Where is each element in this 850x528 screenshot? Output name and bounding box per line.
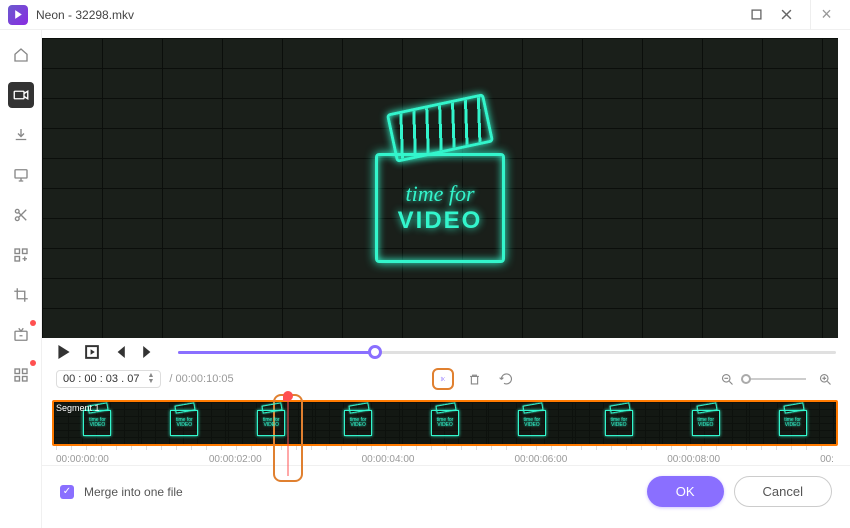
thumb-1: time forVIDEO [141, 402, 228, 444]
window-title: Neon - 32298.mkv [36, 8, 134, 22]
segment-1[interactable]: Segment 1 time forVIDEO time forVIDEO ti… [52, 400, 838, 446]
playback-controls [42, 338, 850, 362]
sidebar [0, 30, 42, 528]
current-time-text: 00 : 00 : 03 . 07 [63, 373, 139, 385]
sidebar-tv[interactable] [8, 322, 34, 348]
sidebar-home[interactable] [8, 42, 34, 68]
zoom-slider[interactable] [746, 378, 806, 380]
titlebar-left: Neon - 32298.mkv [8, 5, 134, 25]
next-frame-button[interactable] [140, 344, 156, 360]
video-preview[interactable]: time for VIDEO [42, 38, 838, 338]
thumb-3: time forVIDEO [315, 402, 402, 444]
ok-button[interactable]: OK [647, 476, 724, 507]
time-toolbar: 00 : 00 : 03 . 07 ▲▼ / 00:00:10:05 [42, 362, 850, 396]
merge-checkbox[interactable]: ✓ [60, 485, 74, 499]
ruler-tick: 00:00:08:00 [667, 450, 720, 465]
neon-text-box: time for VIDEO [375, 153, 505, 263]
reset-button[interactable] [496, 368, 518, 390]
sidebar-monitor[interactable] [8, 162, 34, 188]
titlebar-right: × [744, 0, 842, 30]
time-stepper[interactable]: ▲▼ [147, 373, 154, 385]
duration-text: / 00:00:10:05 [169, 373, 233, 385]
cut-tools [432, 368, 518, 390]
ruler-tick: 00:00:00:00 [56, 450, 109, 465]
sidebar-download[interactable] [8, 122, 34, 148]
sidebar-apps[interactable] [8, 362, 34, 388]
zoom-thumb[interactable] [741, 374, 751, 384]
prev-frame-button[interactable] [112, 344, 128, 360]
titlebar: Neon - 32298.mkv × [0, 0, 850, 30]
sidebar-crop[interactable] [8, 282, 34, 308]
neon-line2: VIDEO [398, 207, 483, 235]
cancel-button[interactable]: Cancel [734, 476, 832, 507]
thumb-6: time forVIDEO [575, 402, 662, 444]
sidebar-grid-plus[interactable] [8, 242, 34, 268]
progress-slider[interactable] [178, 351, 836, 354]
thumb-2: time forVIDEO [228, 402, 315, 444]
sidebar-scissors[interactable] [8, 202, 34, 228]
close-outer-button[interactable]: × [810, 0, 842, 30]
zoom-out-button[interactable] [716, 368, 738, 390]
app-body: time for VIDEO 00 : 00 : 03 . 07 [0, 30, 850, 528]
zoom-in-button[interactable] [814, 368, 836, 390]
ruler-tick: 00:00:04:00 [362, 450, 415, 465]
time-ruler: 00:00:00:00 00:00:02:00 00:00:04:00 00:0… [52, 446, 838, 465]
app-window: Neon - 32298.mkv × [0, 0, 850, 528]
sidebar-video[interactable] [8, 82, 34, 108]
thumb-8: time forVIDEO [749, 402, 836, 444]
timeline: Segment 1 time forVIDEO time forVIDEO ti… [52, 400, 838, 465]
footer: ✓ Merge into one file OK Cancel [42, 465, 850, 517]
delete-button[interactable] [464, 368, 486, 390]
progress-fill [178, 351, 375, 354]
segment-label: Segment 1 [56, 403, 100, 413]
ruler-tick: 00:00:06:00 [514, 450, 567, 465]
thumb-7: time forVIDEO [662, 402, 749, 444]
progress-thumb[interactable] [368, 345, 382, 359]
ruler-tick: 00:00:02:00 [209, 450, 262, 465]
ruler-tick: 00: [820, 450, 834, 465]
neon-line1: time for [405, 181, 474, 207]
play-button[interactable] [56, 344, 72, 360]
cut-button[interactable] [432, 368, 454, 390]
maximize-button[interactable] [744, 3, 768, 27]
stop-button[interactable] [84, 344, 100, 360]
app-icon [8, 5, 28, 25]
neon-sign: time for VIDEO [350, 103, 530, 273]
thumb-5: time forVIDEO [488, 402, 575, 444]
current-time-input[interactable]: 00 : 00 : 03 . 07 ▲▼ [56, 370, 161, 388]
thumb-4: time forVIDEO [402, 402, 489, 444]
close-inner-button[interactable] [774, 3, 798, 27]
main-content: time for VIDEO 00 : 00 : 03 . 07 [42, 30, 850, 528]
merge-label: Merge into one file [84, 485, 183, 499]
